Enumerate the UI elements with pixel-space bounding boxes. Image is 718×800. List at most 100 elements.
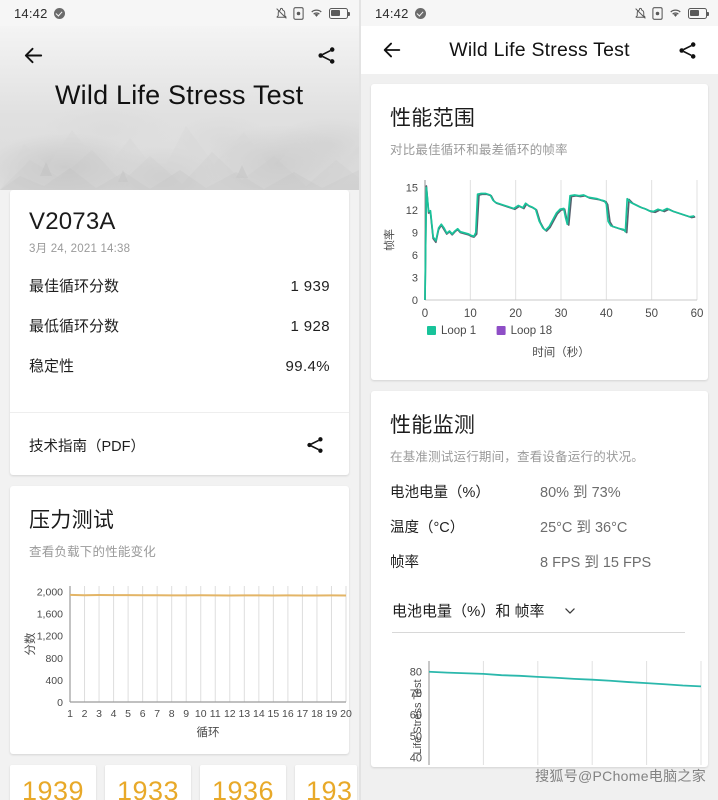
share-icon[interactable]: [672, 35, 702, 65]
svg-text:10: 10: [464, 308, 477, 320]
share-icon[interactable]: [311, 40, 341, 70]
stress-test-header: 压力测试 查看负载下的性能变化: [10, 486, 349, 564]
performance-monitor-subtitle: 在基准测试运行期间，查看设备运行的状况。: [390, 450, 645, 464]
result-row-label: 最佳循环分数: [29, 278, 120, 295]
svg-text:9: 9: [412, 228, 418, 240]
wifi-icon: [311, 9, 322, 17]
battery-fps-chart-svg: 80706050403020Life Stress Test: [410, 661, 702, 765]
svg-text:2: 2: [82, 708, 88, 720]
back-arrow-icon[interactable]: [377, 35, 407, 65]
metric-dropdown-label: 电池电量（%）和 帧率: [392, 603, 545, 620]
svg-text:400: 400: [45, 675, 63, 687]
metric-dropdown[interactable]: 电池电量（%）和 帧率: [390, 598, 689, 621]
svg-text:30: 30: [555, 308, 568, 320]
svg-text:40: 40: [600, 308, 613, 320]
app-bar: Wild Life Stress Test: [361, 26, 718, 74]
svg-text:16: 16: [282, 708, 294, 720]
svg-text:Loop 1: Loop 1: [441, 325, 476, 337]
test-date: 3月 24, 2021 14:38: [29, 243, 131, 255]
svg-text:20: 20: [509, 308, 522, 320]
battery-icon: [329, 7, 350, 19]
svg-text:14: 14: [253, 708, 265, 720]
monitor-row-value: 25°C 到 36°C: [540, 520, 628, 536]
list-item[interactable]: 1939: [10, 765, 96, 800]
dropdown-underline: [392, 632, 685, 633]
stress-test-chart-svg: 04008001,2001,6002,0001 2 3 4 5 6 7 8 9 10 11 12 13 1…: [23, 586, 352, 739]
technical-guide-label: 技术指南（PDF）: [29, 438, 145, 455]
monitor-row-label: 温度（°C）: [390, 520, 465, 536]
svg-text:7: 7: [154, 708, 160, 720]
svg-text:5: 5: [125, 708, 131, 720]
result-row: 最佳循环分数 1 939: [29, 275, 330, 296]
hero-toolbar: [0, 34, 359, 76]
svg-text:13: 13: [238, 708, 250, 720]
svg-text:12: 12: [224, 708, 236, 720]
back-arrow-icon[interactable]: [18, 40, 48, 70]
monitor-row: 温度（°C） 25°C 到 36°C: [390, 516, 689, 537]
svg-text:0: 0: [412, 295, 418, 307]
svg-text:15: 15: [406, 183, 418, 195]
check-circle-icon: [53, 7, 65, 19]
status-time: 14:42: [375, 5, 409, 21]
svg-text:12: 12: [406, 205, 418, 217]
performance-range-chart: 0 3 6 9 12 15 0 10 20 30 40 50 60 Loop 1 Loop 18 时间（秒） 帧…: [371, 160, 708, 380]
stress-test-chart: 0 400 800 1,200 1,600 2,000 1 2 3 4 5 6 7 8 9 10 11 12 13 1…: [10, 564, 352, 754]
hero-banner: Wild Life Stress Test: [0, 26, 359, 190]
battery-icon: [688, 7, 709, 19]
svg-text:10: 10: [195, 708, 207, 720]
status-bar-left: 14:42: [0, 0, 359, 26]
left-screen: 14:42 Wild Life Stress Test V2073A 3月 24…: [0, 0, 359, 800]
metric-selector[interactable]: 电池电量（%）和 帧率: [390, 598, 689, 633]
svg-text:60: 60: [691, 308, 704, 320]
performance-range-card: 性能范围 对比最佳循环和最差循环的帧率 0 3 6 9 12 15 0 10 20 30 40 50 6…: [371, 84, 708, 380]
stress-test-title: 压力测试: [29, 509, 115, 532]
monitor-row: 电池电量（%） 80% 到 73%: [390, 481, 689, 502]
svg-text:0: 0: [422, 308, 428, 320]
stress-test-subtitle: 查看负载下的性能变化: [29, 545, 157, 559]
svg-text:4: 4: [111, 708, 117, 720]
list-item[interactable]: 193: [295, 765, 357, 800]
bell-off-icon: [276, 7, 287, 19]
status-bar-left-group: 14:42: [375, 6, 426, 21]
performance-range-chart-svg: 0 3 6 9 12 15 0 10 20 30 40 50 60 Loop 1 Loop 18 时间（秒） 帧…: [382, 180, 704, 359]
stress-test-card: 压力测试 查看负载下的性能变化 0 400 800 1,200 1,600 2,000 1 2…: [10, 486, 352, 754]
app-bar-title: Wild Life Stress Test: [449, 38, 630, 61]
svg-text:19: 19: [326, 708, 338, 720]
result-card: V2073A 3月 24, 2021 14:38 最佳循环分数 1 939 最低…: [10, 190, 349, 475]
svg-text:20: 20: [340, 708, 352, 720]
svg-text:11: 11: [210, 708, 221, 720]
svg-text:3: 3: [412, 273, 418, 285]
list-item[interactable]: 1933: [105, 765, 191, 800]
svg-text:1,200: 1,200: [37, 631, 63, 643]
monitor-row-value: 8 FPS 到 15 FPS: [540, 555, 652, 571]
svg-text:1,600: 1,600: [37, 609, 63, 621]
chevron-down-icon[interactable]: [563, 604, 577, 618]
result-row-value: 99.4%: [285, 358, 330, 375]
svg-text:8: 8: [169, 708, 175, 720]
result-row-value: 1 939: [290, 278, 330, 295]
monitor-row-label: 电池电量（%）: [390, 485, 490, 501]
svg-text:80: 80: [410, 667, 422, 679]
watermark: 搜狐号@PChome电脑之家: [535, 768, 706, 784]
list-item[interactable]: 1936: [200, 765, 286, 800]
technical-guide-row[interactable]: 技术指南（PDF）: [10, 413, 349, 475]
svg-text:0: 0: [57, 697, 63, 709]
status-time: 14:42: [14, 5, 48, 21]
share-icon[interactable]: [300, 430, 330, 460]
svg-text:50: 50: [645, 308, 658, 320]
dual-screenshot-composite: 14:42 Wild Life Stress Test V2073A 3月 24…: [0, 0, 718, 800]
battery-fps-chart: 80706050403020Life Stress Test: [371, 641, 708, 767]
svg-text:帧率: 帧率: [382, 229, 396, 251]
monitor-row-label: 帧率: [390, 555, 419, 571]
status-bar-right-group: [275, 6, 350, 20]
sim-card-icon: [293, 6, 304, 20]
svg-text:分数: 分数: [23, 632, 37, 655]
svg-text:1: 1: [67, 708, 73, 720]
result-row-label: 稳定性: [29, 358, 75, 375]
performance-range-header: 性能范围 对比最佳循环和最差循环的帧率: [371, 84, 708, 160]
svg-text:Life Stress Test: Life Stress Test: [412, 680, 424, 755]
wifi-icon: [670, 9, 681, 17]
svg-text:9: 9: [183, 708, 189, 720]
monitor-row: 帧率 8 FPS 到 15 FPS: [390, 551, 689, 572]
device-name: V2073A: [29, 208, 116, 235]
